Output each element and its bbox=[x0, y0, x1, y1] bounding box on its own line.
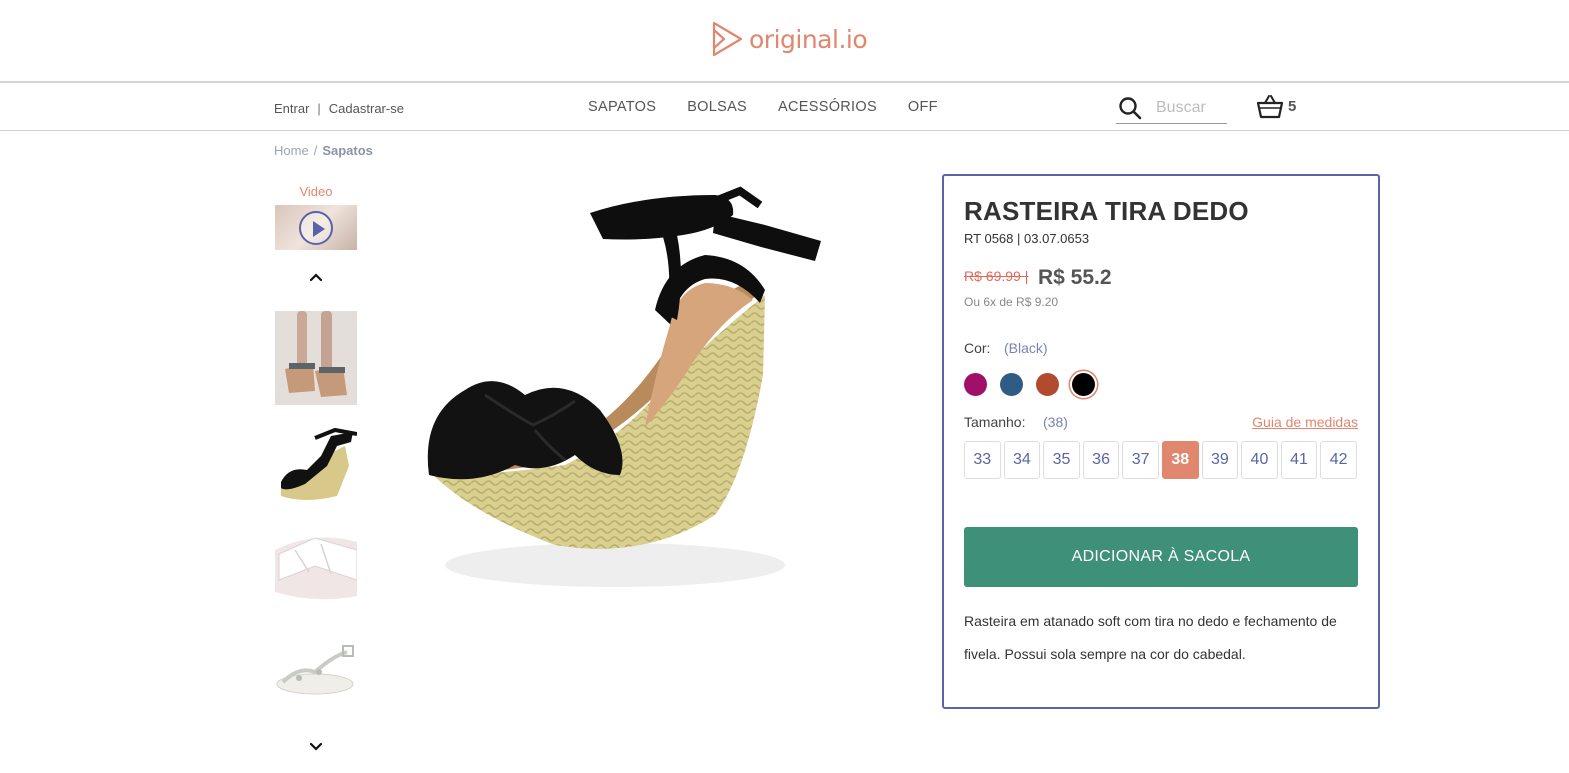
chevron-up-icon[interactable] bbox=[309, 270, 323, 284]
current-price: R$ 55.2 bbox=[1038, 266, 1112, 289]
installments: Ou 6x de R$ 9.20 bbox=[964, 295, 1059, 309]
product-info-panel: RASTEIRA TIRA DEDO RT 0568 | 03.07.0653 … bbox=[942, 174, 1380, 709]
logo[interactable]: original.io bbox=[711, 20, 868, 58]
thumbnail-black-wedge-sandal[interactable] bbox=[275, 418, 357, 502]
color-swatch-magenta[interactable] bbox=[964, 373, 987, 396]
nav-item-acessorios[interactable]: ACESSÓRIOS bbox=[778, 99, 877, 115]
size-option[interactable]: 41 bbox=[1280, 441, 1318, 479]
logo-text: original.io bbox=[749, 24, 868, 54]
basket-icon bbox=[1256, 95, 1284, 119]
main-product-image[interactable] bbox=[415, 175, 835, 605]
video-label: Video bbox=[299, 184, 333, 199]
size-option[interactable]: 34 bbox=[1003, 441, 1041, 479]
color-swatch-blue[interactable] bbox=[1000, 373, 1023, 396]
color-swatch-black[interactable] bbox=[1072, 373, 1095, 396]
size-guide-link[interactable]: Guia de medidas bbox=[1252, 414, 1358, 430]
thumbnail-legs-wearing-wedge[interactable] bbox=[275, 311, 357, 405]
nav-bar: Entrar | Cadastrar-se SAPATOS BOLSAS ACE… bbox=[0, 84, 1569, 131]
chevron-down-icon[interactable] bbox=[309, 740, 323, 754]
size-option[interactable]: 42 bbox=[1320, 441, 1357, 479]
size-label: Tamanho: bbox=[964, 414, 1026, 430]
logo-icon bbox=[712, 21, 743, 57]
auth-separator: | bbox=[317, 101, 321, 116]
add-to-bag-button[interactable]: ADICIONAR À SACOLA bbox=[964, 527, 1358, 587]
nav-item-sapatos[interactable]: SAPATOS bbox=[588, 99, 656, 115]
nav-item-bolsas[interactable]: BOLSAS bbox=[687, 99, 747, 115]
product-title: RASTEIRA TIRA DEDO bbox=[964, 196, 1249, 226]
breadcrumb-home[interactable]: Home bbox=[274, 143, 309, 158]
register-link[interactable]: Cadastrar-se bbox=[329, 101, 404, 116]
breadcrumb: Home / Sapatos bbox=[274, 143, 373, 158]
play-icon bbox=[299, 211, 333, 245]
breadcrumb-separator: / bbox=[313, 143, 318, 158]
nav-item-off[interactable]: OFF bbox=[908, 99, 938, 115]
size-option[interactable]: 39 bbox=[1201, 441, 1239, 479]
top-header: original.io bbox=[0, 0, 1569, 83]
size-option-selected[interactable]: 38 bbox=[1161, 441, 1199, 479]
search-input[interactable] bbox=[1156, 98, 1226, 117]
size-option[interactable]: 40 bbox=[1241, 441, 1278, 479]
breadcrumb-current[interactable]: Sapatos bbox=[322, 143, 373, 158]
main-nav: SAPATOS BOLSAS ACESSÓRIOS OFF bbox=[588, 99, 938, 115]
size-option[interactable]: 37 bbox=[1122, 441, 1159, 479]
size-option[interactable]: 36 bbox=[1082, 441, 1120, 479]
color-swatch-brown[interactable] bbox=[1036, 373, 1059, 396]
auth-links: Entrar | Cadastrar-se bbox=[274, 101, 404, 116]
size-selector: 33 34 35 36 37 38 39 40 41 42 bbox=[964, 441, 1357, 479]
product-sku: RT 0568 | 03.07.0653 bbox=[964, 231, 1090, 246]
size-option[interactable]: 33 bbox=[964, 441, 1001, 479]
color-swatches bbox=[964, 373, 1095, 396]
thumbnail-silver-flat-sandal[interactable] bbox=[275, 626, 357, 716]
cart-count: 5 bbox=[1288, 97, 1297, 115]
size-value: (38) bbox=[1043, 414, 1068, 430]
video-thumbnail[interactable] bbox=[275, 205, 357, 250]
color-value: (Black) bbox=[1004, 340, 1048, 356]
old-price: R$ 69.99 | bbox=[964, 268, 1029, 284]
product-description: Rasteira em atanado soft com tira no ded… bbox=[964, 613, 1337, 662]
search-box bbox=[1116, 92, 1227, 124]
login-link[interactable]: Entrar bbox=[274, 101, 309, 116]
search-icon[interactable] bbox=[1118, 96, 1142, 120]
thumbnail-white-flat-sandal[interactable] bbox=[275, 520, 357, 604]
size-option[interactable]: 35 bbox=[1043, 441, 1080, 479]
cart-button[interactable]: 5 bbox=[1256, 93, 1296, 119]
color-label: Cor: bbox=[964, 340, 991, 356]
